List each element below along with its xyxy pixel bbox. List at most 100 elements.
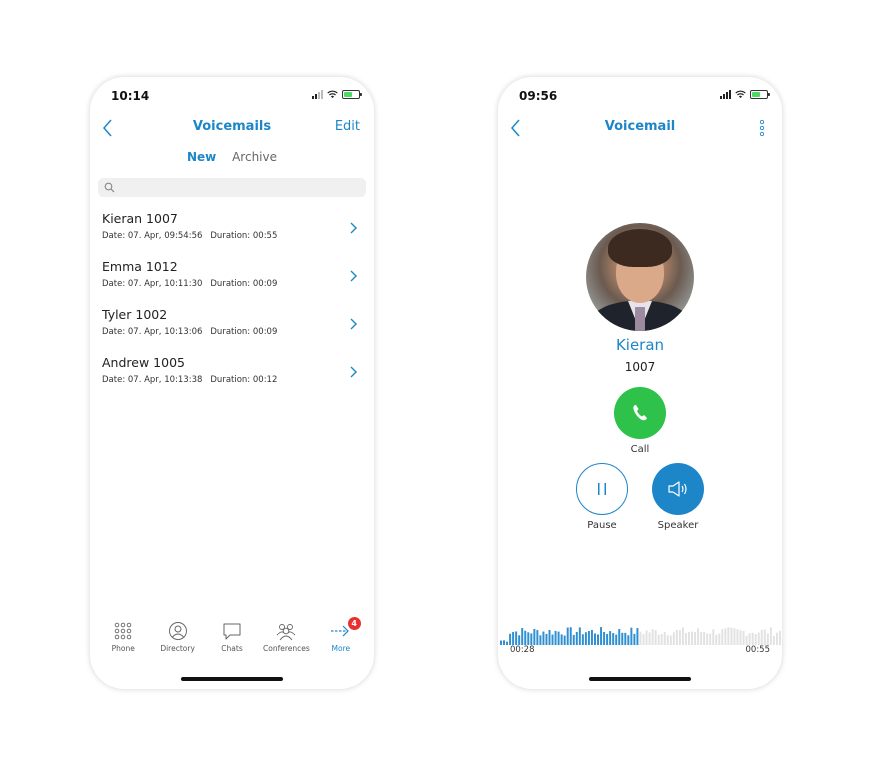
speaker-icon [668,481,687,497]
speaker-button[interactable] [652,463,704,515]
total-time: 00:55 [745,645,771,655]
search-input[interactable] [120,180,360,195]
waveform-bar [566,627,569,645]
waveform-bar [603,631,606,645]
waveform-bar [597,634,600,645]
audio-waveform-scrubber[interactable] [500,623,782,645]
tab-phone[interactable]: Phone [96,621,150,661]
waveform-bar [557,631,560,645]
status-time: 10:14 [111,89,150,103]
call-button[interactable] [614,387,666,439]
bottom-tab-bar: Phone Directory Chats Conferences 4 More [90,617,374,661]
waveform-bar [748,633,751,645]
battery-icon [750,90,770,99]
waveform-bar [691,631,694,645]
chevron-right-icon [350,222,357,234]
notification-badge: 4 [347,617,361,630]
waveform-bar [630,627,633,645]
voicemail-date: Date: 07. Apr, 09:54:56 [102,231,203,241]
waveform-bar [694,632,697,645]
waveform-bar [678,630,681,645]
voicemail-row[interactable]: Andrew 1005 Date: 07. Apr, 10:13:38 Durat… [90,349,374,397]
voicemails-screen: 10:14 Voicemails Edit New Archive Kieran… [90,77,374,689]
waveform-bar [700,631,703,645]
waveform-bar [624,632,627,645]
waveform-bar [688,632,690,645]
waveform-bar [551,634,554,645]
voicemail-duration: Duration: 00:09 [210,279,278,289]
keypad-icon [114,622,132,640]
voicemail-duration: Duration: 00:55 [210,231,278,241]
home-indicator [181,677,283,681]
waveform-bar [681,627,684,645]
waveform-bar [636,628,639,645]
waveform-bar [539,635,542,645]
waveform-bar [772,635,775,645]
voicemail-row[interactable]: Kieran 1007 Date: 07. Apr, 09:54:56 Durat… [90,205,374,253]
edit-button[interactable]: Edit [335,119,360,134]
waveform-bar [554,630,557,645]
waveform-bar [600,627,603,645]
waveform-bar [542,631,545,645]
waveform-bar [524,630,527,645]
waveform-bar [518,635,521,645]
tab-label: Phone [111,644,135,653]
tab-conferences[interactable]: Conferences [259,621,313,661]
waveform-bar [621,632,624,645]
waveform-bar [572,634,575,645]
wifi-icon [327,90,338,99]
waveform-bar [763,629,766,645]
phone-icon [633,405,647,421]
waveform-bar [563,635,566,645]
tab-archive[interactable]: Archive [232,150,277,164]
search-bar[interactable] [98,178,366,197]
waveform-bar [575,632,578,645]
contact-avatar [586,223,694,331]
voicemail-row[interactable]: Emma 1012 Date: 07. Apr, 10:11:30 Duratio… [90,253,374,301]
waveform-bar [769,627,772,645]
waveform-bar [775,632,778,645]
waveform-bar [663,631,666,645]
tab-directory[interactable]: Directory [150,621,204,661]
waveform-bar [718,633,721,645]
waveform-bar [633,633,636,645]
page-title: Voicemail [604,119,676,134]
tab-label: Conferences [263,644,310,653]
tab-chats[interactable]: Chats [205,621,259,661]
waveform-bar [515,631,518,645]
chevron-right-icon [350,366,357,378]
waveform-bar [615,634,618,645]
waveform-bar [509,633,512,645]
tab-more[interactable]: 4 More [314,617,368,661]
waveform-bar [533,628,536,645]
waveform-bar [724,628,727,645]
voicemail-list: Kieran 1007 Date: 07. Apr, 09:54:56 Durat… [90,205,374,397]
waveform-bar [578,627,581,645]
waveform-bar [766,633,769,645]
waveform-bar [703,632,706,645]
waveform-bar [742,631,745,645]
waveform-bar [733,628,736,645]
waveform-bar [612,633,615,645]
voicemail-row[interactable]: Tyler 1002 Date: 07. Apr, 10:13:06 Durati… [90,301,374,349]
voicemail-duration: Duration: 00:12 [210,375,278,385]
page-title: Voicemails [192,119,272,134]
tab-new[interactable]: New [187,150,216,164]
waveform-bar [581,634,584,645]
waveform-bar [645,630,648,645]
pause-button[interactable] [576,463,628,515]
tab-label: Directory [160,644,195,653]
waveform-bar [593,633,596,645]
more-options-icon[interactable] [759,118,765,138]
waveform-bar [709,633,712,645]
tab-label: Chats [221,644,243,653]
call-label: Call [630,444,650,455]
waveform-bar [730,627,733,645]
waveform-bar [697,628,700,645]
caller-name: Tyler 1002 [102,307,168,322]
segmented-tabs: New Archive [90,150,374,164]
waveform-bar [657,634,660,645]
waveform-bar [590,629,593,645]
waveform-bar [618,629,621,645]
waveform-bar [751,632,754,645]
